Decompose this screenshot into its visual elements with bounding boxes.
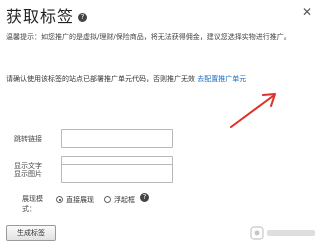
annotation-arrow (230, 93, 276, 128)
direct-display-radio[interactable] (56, 196, 63, 203)
close-icon[interactable]: ✕ (301, 6, 313, 18)
jump-link-input[interactable] (61, 129, 173, 148)
confirm-row: 请确认使用该标签的站点已部署推广单元代码，否则推广无效 去配置推广单元 (6, 74, 314, 84)
popup-box-label[interactable]: 浮起框 (114, 195, 135, 205)
configure-unit-link[interactable]: 去配置推广单元 (197, 75, 246, 83)
display-image-label: 显示图片 (14, 170, 42, 178)
display-mode-label: 展现模式： (22, 195, 43, 213)
notice-text: 温馨提示：如您推广的是虚拟/理财/保险商品，将无法获得佣金，建议您选择实物进行推… (6, 33, 291, 41)
dialog-title: 获取标签 (6, 7, 75, 26)
popup-box-radio[interactable] (104, 196, 111, 203)
confirm-text: 请确认使用该标签的站点已部署推广单元代码，否则推广无效 (6, 75, 195, 83)
jump-link-label: 跳转链接 (14, 135, 42, 143)
direct-display-label[interactable]: 直接展现 (66, 195, 94, 205)
watermark-logo (250, 226, 315, 240)
mode-help-icon[interactable]: ? (140, 193, 149, 202)
title-row: 获取标签 ? (6, 4, 88, 26)
help-icon[interactable]: ? (78, 12, 88, 22)
generate-tag-button[interactable]: 生成标签 (6, 225, 56, 241)
display-image-input[interactable] (61, 164, 173, 183)
